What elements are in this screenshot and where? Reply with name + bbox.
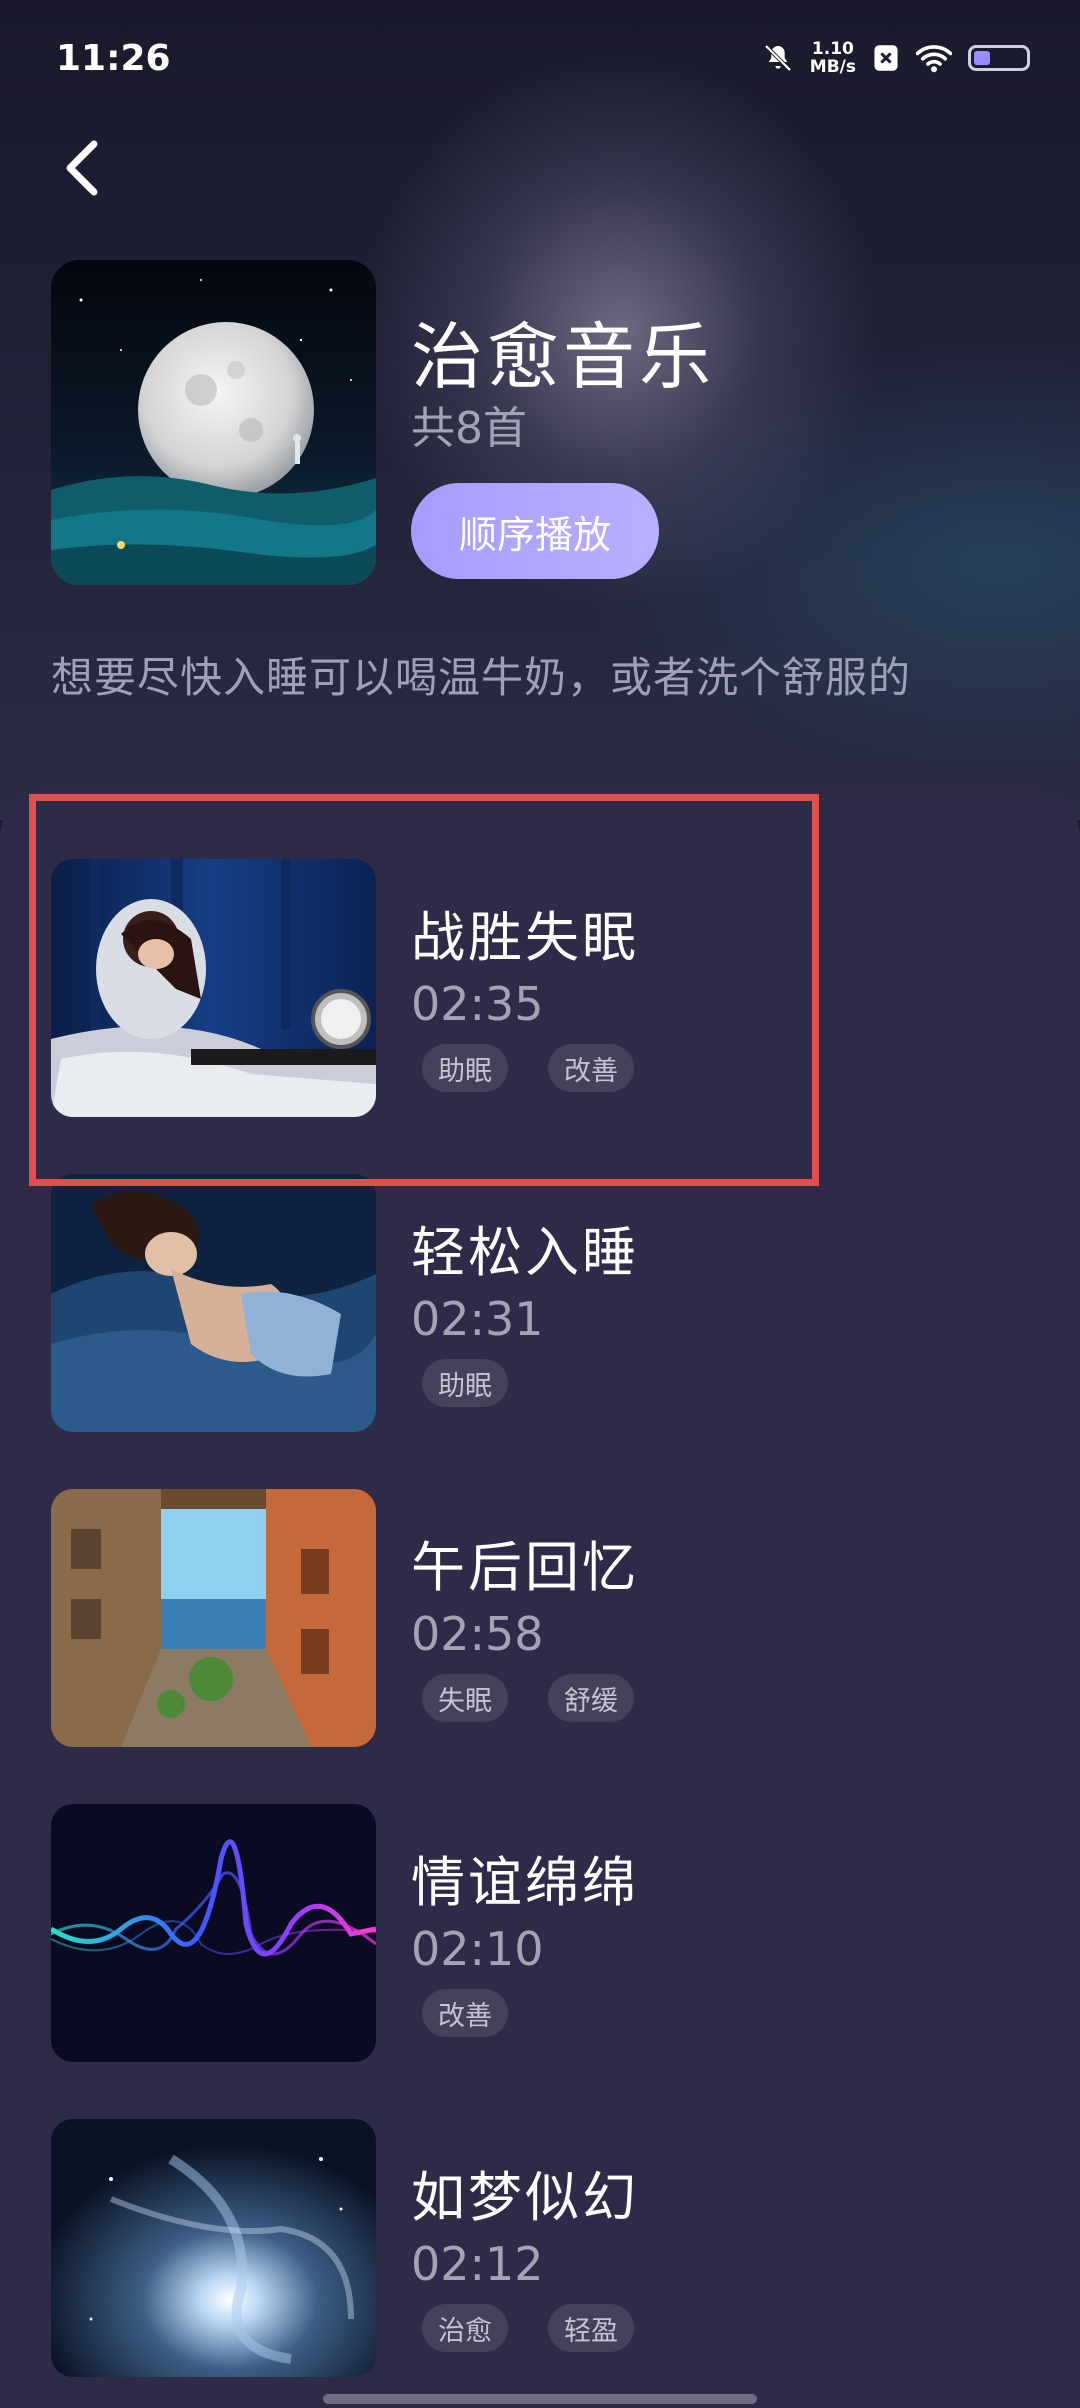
status-icons: 1.10 MB/s: [762, 40, 1030, 76]
song-tag: 助眠: [422, 1044, 508, 1092]
song-duration: 02:31: [411, 1292, 544, 1346]
song-item[interactable]: 轻松入睡 02:31 助眠: [0, 1174, 1080, 1434]
song-item[interactable]: 战胜失眠 02:35 助眠 改善: [0, 859, 1080, 1119]
net-speed: 1.10 MB/s: [810, 40, 856, 76]
song-title: 情谊绵绵: [411, 1851, 639, 1914]
song-tags: 助眠: [422, 1359, 508, 1407]
close-box-icon: [874, 45, 898, 71]
song-thumbnail: [51, 1804, 376, 2062]
song-tag: 治愈: [422, 2304, 508, 2352]
back-button[interactable]: [54, 138, 114, 198]
song-tags: 改善: [422, 1989, 508, 2037]
album-title: 治愈音乐: [411, 315, 716, 399]
album-description: 想要尽快入睡可以喝温牛奶，或者洗个舒服的: [51, 653, 912, 702]
song-item[interactable]: 午后回忆 02:58 失眠 舒缓: [0, 1489, 1080, 1749]
wifi-icon: [916, 45, 952, 73]
song-tags: 治愈 轻盈: [422, 2304, 634, 2352]
song-item[interactable]: 情谊绵绵 02:10 改善: [0, 1804, 1080, 2064]
bell-off-icon: [764, 44, 792, 72]
home-indicator[interactable]: [323, 2394, 757, 2404]
song-tag: 改善: [422, 1989, 508, 2037]
battery-icon: [968, 45, 1030, 71]
song-tag: 失眠: [422, 1674, 508, 1722]
song-title: 轻松入睡: [411, 1221, 639, 1284]
album-cover-image: [51, 260, 376, 585]
net-speed-value: 1.10: [811, 39, 854, 59]
sequential-play-button[interactable]: 顺序播放: [411, 483, 659, 579]
song-tag: 改善: [548, 1044, 634, 1092]
song-duration: 02:10: [411, 1922, 544, 1976]
song-duration: 02:12: [411, 2237, 544, 2291]
song-thumbnail: [51, 1489, 376, 1747]
song-thumbnail: [51, 1174, 376, 1432]
song-title: 如梦似幻: [411, 2166, 639, 2229]
song-thumbnail: [51, 2119, 376, 2377]
song-tag: 轻盈: [548, 2304, 634, 2352]
song-item[interactable]: 如梦似幻 02:12 治愈 轻盈: [0, 2119, 1080, 2379]
status-time: 11:26: [56, 38, 171, 79]
song-duration: 02:35: [411, 977, 544, 1031]
song-title: 午后回忆: [411, 1536, 639, 1599]
song-duration: 02:58: [411, 1607, 544, 1661]
song-tags: 失眠 舒缓: [422, 1674, 634, 1722]
song-thumbnail: [51, 859, 376, 1117]
song-tag: 舒缓: [548, 1674, 634, 1722]
song-tags: 助眠 改善: [422, 1044, 634, 1092]
net-speed-unit: MB/s: [809, 57, 856, 77]
song-title: 战胜失眠: [411, 906, 639, 969]
song-tag: 助眠: [422, 1359, 508, 1407]
album-song-count: 共8首: [411, 403, 527, 454]
